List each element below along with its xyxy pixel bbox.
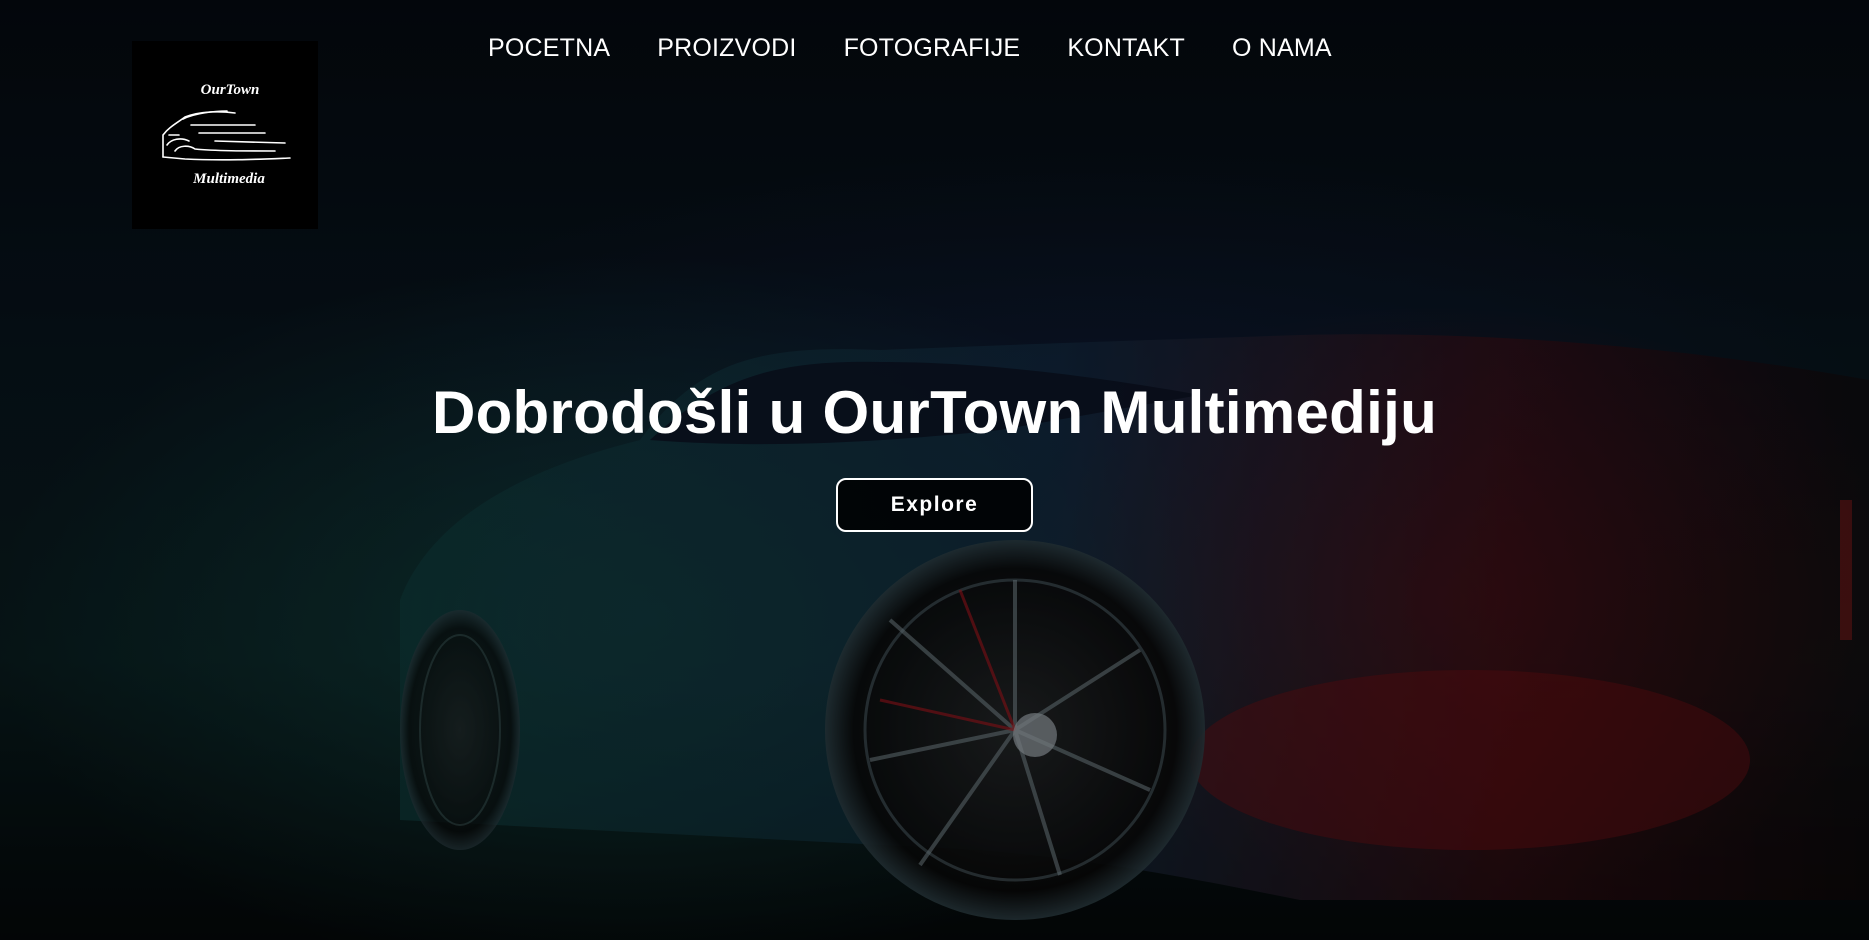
nav-item-kontakt[interactable]: KONTAKT — [1067, 34, 1185, 63]
car-outline-icon — [162, 110, 291, 161]
hero-title: Dobrodošli u OurTown Multimediju — [431, 379, 1438, 446]
nav-item-o-nama[interactable]: O NAMA — [1232, 34, 1332, 63]
logo-top-text: OurTown — [200, 82, 260, 98]
nav-item-pocetna[interactable]: POCETNA — [488, 34, 610, 63]
nav-item-fotografije[interactable]: FOTOGRAFIJE — [844, 34, 1021, 63]
page: OurTown Multimedia POCETNA PROIZVODI FOT… — [0, 0, 1869, 940]
main-nav: POCETNA PROIZVODI FOTOGRAFIJE KONTAKT O … — [488, 34, 1332, 63]
logo-bottom-text: Multimedia — [193, 171, 265, 187]
nav-item-proizvodi[interactable]: PROIZVODI — [657, 34, 796, 63]
explore-button[interactable]: Explore — [836, 478, 1033, 532]
logo[interactable]: OurTown Multimedia — [132, 41, 318, 229]
